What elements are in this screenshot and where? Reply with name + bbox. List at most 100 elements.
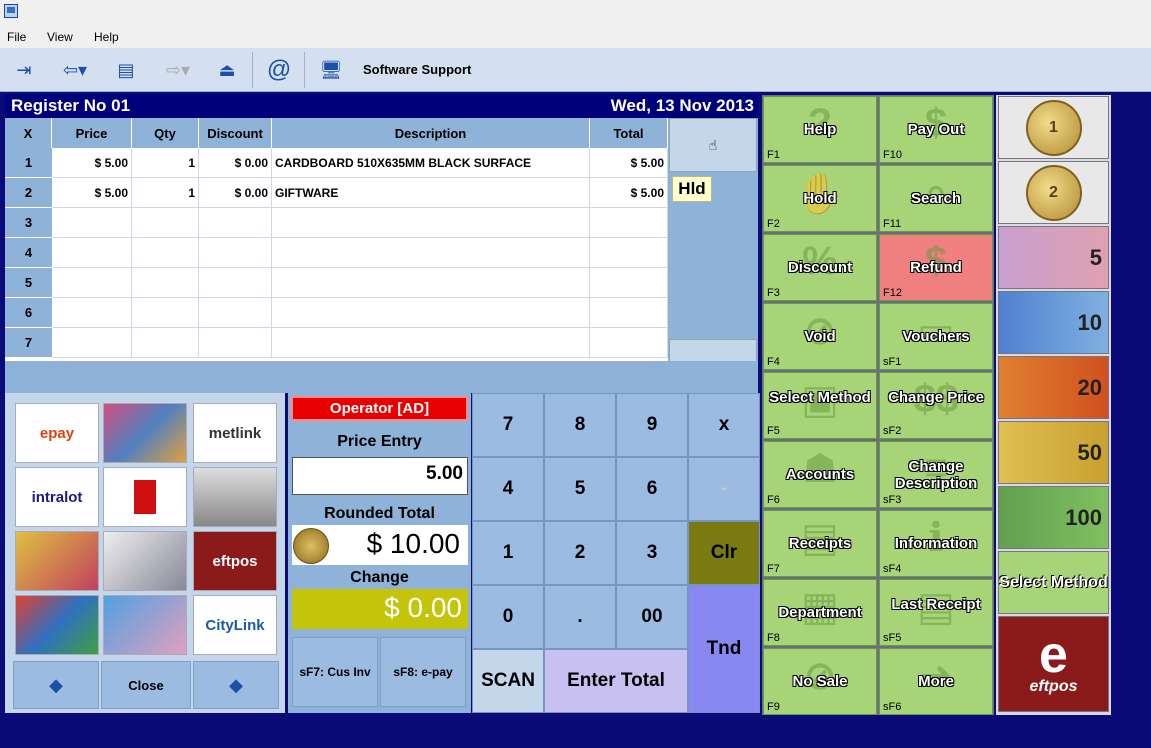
- select-method-button[interactable]: Select Method: [998, 551, 1109, 614]
- cell-discount[interactable]: $ 0.00: [199, 178, 272, 208]
- cell-discount[interactable]: [199, 268, 272, 298]
- key-multiply[interactable]: x: [688, 393, 760, 457]
- fkey-information[interactable]: ℹ Information sF4: [879, 510, 993, 577]
- key-4[interactable]: 4: [472, 457, 544, 521]
- menu-file[interactable]: File: [7, 30, 26, 44]
- cell-total[interactable]: [590, 208, 668, 238]
- cell-qty[interactable]: [132, 238, 199, 268]
- tile-eftpos[interactable]: eftpos: [193, 531, 277, 591]
- fkey-last-receipt[interactable]: ▤ Last Receipt sF5: [879, 579, 993, 646]
- fkey-pay-out[interactable]: $ Pay Out F10: [879, 96, 993, 163]
- note-5[interactable]: 5: [998, 226, 1109, 289]
- cell-total[interactable]: $ 5.00: [590, 178, 668, 208]
- coin-1-dollar[interactable]: 1: [998, 96, 1109, 159]
- row-number[interactable]: 4: [5, 238, 52, 268]
- coin-2-dollar[interactable]: 2: [998, 161, 1109, 224]
- key-2[interactable]: 2: [544, 521, 616, 585]
- computer-icon[interactable]: 🖥: [314, 55, 348, 85]
- scroll-up-button[interactable]: ☝: [669, 118, 757, 172]
- note-10[interactable]: 10: [998, 291, 1109, 354]
- fkey-help[interactable]: ? Help F1: [763, 96, 877, 163]
- fkey-receipts[interactable]: ▤ Receipts F7: [763, 510, 877, 577]
- fkey-refund[interactable]: $ Refund F12: [879, 234, 993, 301]
- cell-qty[interactable]: 1: [132, 178, 199, 208]
- row-number[interactable]: 2: [5, 178, 52, 208]
- enter-total-button[interactable]: Enter Total: [544, 649, 688, 713]
- key-5[interactable]: 5: [544, 457, 616, 521]
- key-3[interactable]: 3: [616, 521, 688, 585]
- fkey-void[interactable]: ⊘ Void F4: [763, 303, 877, 370]
- key-1[interactable]: 1: [472, 521, 544, 585]
- cell-qty[interactable]: [132, 298, 199, 328]
- tile-newspaper[interactable]: [193, 467, 277, 527]
- cell-price[interactable]: [52, 268, 132, 298]
- cus-inv-button[interactable]: sF7: Cus Inv: [292, 637, 378, 707]
- next-page-button[interactable]: ◆: [193, 661, 279, 709]
- cell-price[interactable]: [52, 238, 132, 268]
- cell-total[interactable]: [590, 238, 668, 268]
- document-icon[interactable]: ▤: [110, 55, 142, 85]
- cell-price[interactable]: [52, 328, 132, 358]
- menu-help[interactable]: Help: [94, 30, 119, 44]
- tile-intralot[interactable]: intralot: [15, 467, 99, 527]
- forward-icon[interactable]: ⇨▾: [152, 55, 204, 85]
- tile-womans-day[interactable]: [15, 531, 99, 591]
- cell-desc[interactable]: [272, 238, 590, 268]
- email-icon[interactable]: @: [262, 55, 296, 85]
- cell-total[interactable]: [590, 268, 668, 298]
- cell-total[interactable]: [590, 328, 668, 358]
- row-number[interactable]: 7: [5, 328, 52, 358]
- scan-button[interactable]: SCAN: [472, 649, 544, 713]
- fkey-discount[interactable]: % Discount F3: [763, 234, 877, 301]
- key-8[interactable]: 8: [544, 393, 616, 457]
- eject-icon[interactable]: ⏏: [212, 55, 242, 85]
- tile-phone-card[interactable]: [103, 467, 187, 527]
- cell-desc[interactable]: [272, 328, 590, 358]
- note-100[interactable]: 100: [998, 486, 1109, 549]
- fkey-more[interactable]: ➜ More sF6: [879, 648, 993, 715]
- key-7[interactable]: 7: [472, 393, 544, 457]
- cell-desc[interactable]: [272, 268, 590, 298]
- tender-button[interactable]: Tnd: [688, 585, 760, 713]
- fkey-department[interactable]: ▦ Department F8: [763, 579, 877, 646]
- cell-price[interactable]: [52, 298, 132, 328]
- cell-discount[interactable]: [199, 238, 272, 268]
- cell-price[interactable]: [52, 208, 132, 238]
- menu-view[interactable]: View: [47, 30, 73, 44]
- cell-discount[interactable]: [199, 208, 272, 238]
- note-50[interactable]: 50: [998, 421, 1109, 484]
- fkey-no-sale[interactable]: ⊘ No Sale F9: [763, 648, 877, 715]
- key-9[interactable]: 9: [616, 393, 688, 457]
- tile-metlink[interactable]: metlink: [193, 403, 277, 463]
- tile-citylink[interactable]: CityLink: [193, 595, 277, 655]
- tile-stationery[interactable]: [15, 595, 99, 655]
- close-button[interactable]: Close: [101, 661, 191, 709]
- tile-epay[interactable]: epay: [15, 403, 99, 463]
- clear-button[interactable]: Clr: [688, 521, 760, 585]
- cell-desc[interactable]: GIFTWARE: [272, 178, 590, 208]
- cell-qty[interactable]: [132, 268, 199, 298]
- login-icon[interactable]: ⇥: [8, 55, 40, 85]
- cell-qty[interactable]: 1: [132, 148, 199, 178]
- cell-desc[interactable]: CARDBOARD 510X635MM BLACK SURFACE: [272, 148, 590, 178]
- operator-button[interactable]: Operator [AD]: [291, 396, 468, 421]
- tile-magazines[interactable]: [103, 403, 187, 463]
- prev-page-button[interactable]: ◆: [13, 661, 99, 709]
- epay-button[interactable]: sF8: e-pay: [380, 637, 466, 707]
- eftpos-button[interactable]: e eftpos: [998, 616, 1109, 712]
- note-20[interactable]: 20: [998, 356, 1109, 419]
- cell-desc[interactable]: [272, 298, 590, 328]
- software-support-label[interactable]: Software Support: [363, 62, 471, 77]
- cell-qty[interactable]: [132, 328, 199, 358]
- fkey-hold[interactable]: ✋ Hold F2: [763, 165, 877, 232]
- row-number[interactable]: 6: [5, 298, 52, 328]
- fkey-change-price[interactable]: $$ Change Price sF2: [879, 372, 993, 439]
- fkey-accounts[interactable]: ☗ Accounts F6: [763, 441, 877, 508]
- cell-price[interactable]: $ 5.00: [52, 148, 132, 178]
- row-number[interactable]: 3: [5, 208, 52, 238]
- cell-discount[interactable]: $ 0.00: [199, 148, 272, 178]
- fkey-vouchers[interactable]: ▭ Vouchers sF1: [879, 303, 993, 370]
- tile-ink-cartridges[interactable]: [103, 531, 187, 591]
- fkey-select-method[interactable]: ▣ Select Method F5: [763, 372, 877, 439]
- cell-discount[interactable]: [199, 298, 272, 328]
